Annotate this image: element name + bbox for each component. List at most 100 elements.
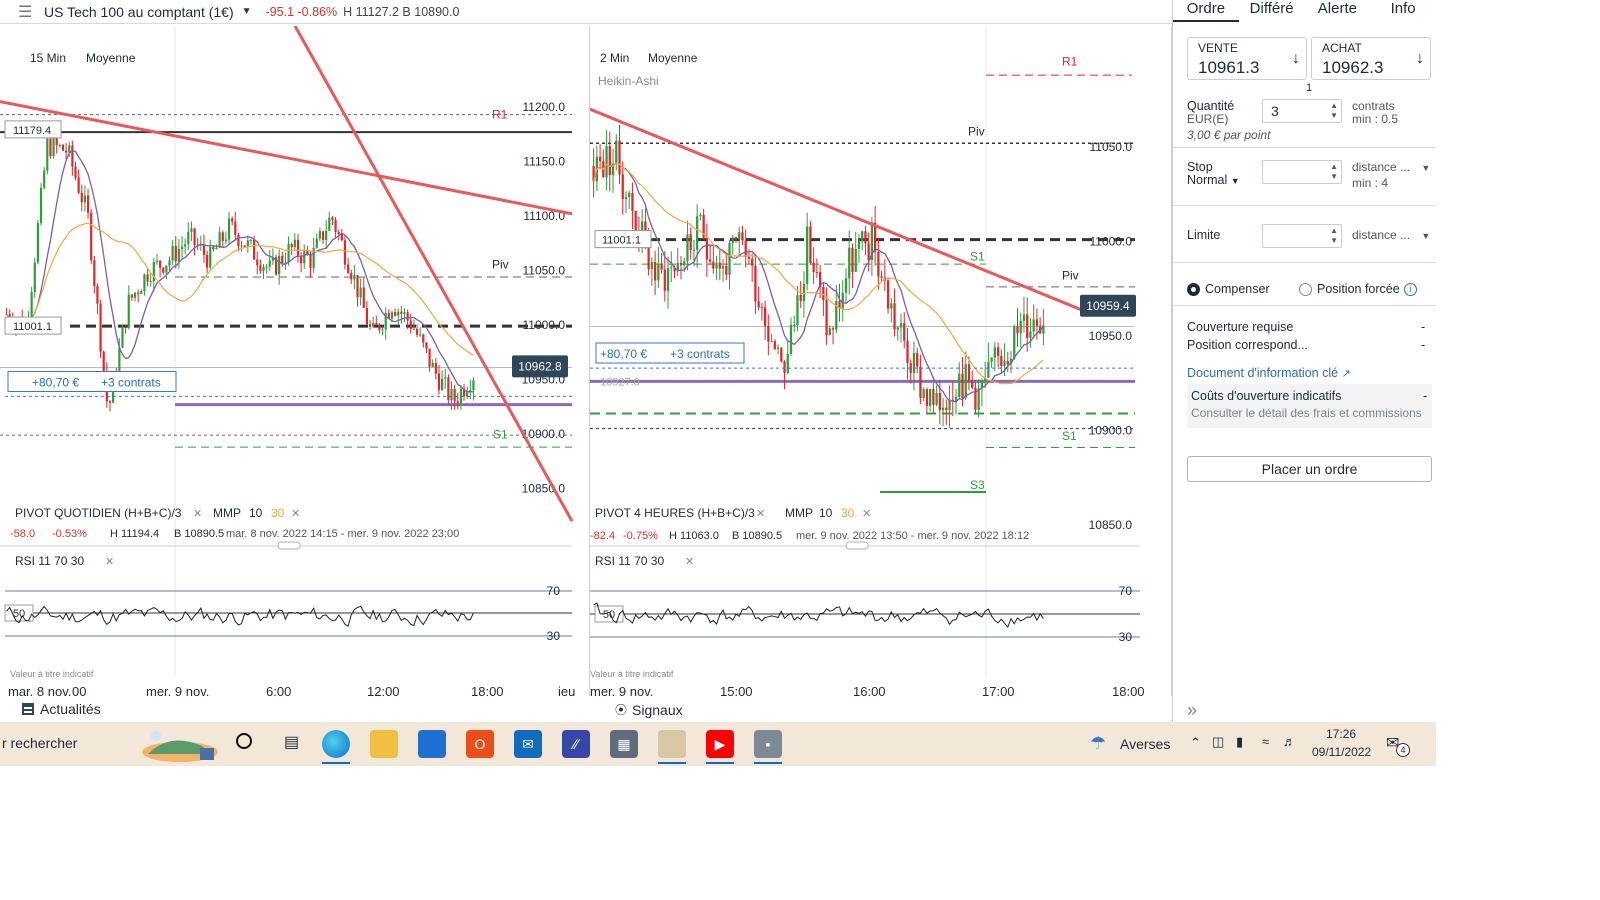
chart-app-icon[interactable]: ▪: [754, 730, 782, 758]
candle-body: [789, 324, 793, 354]
stats-change: -82.4: [590, 530, 615, 542]
store-icon[interactable]: [418, 730, 446, 758]
candle-body: [1006, 361, 1009, 365]
candle-body: [996, 347, 1000, 356]
candle-body: [124, 326, 127, 328]
kid-document-link[interactable]: Document d'information clé ↗: [1187, 366, 1351, 380]
candle-body: [184, 244, 187, 247]
candle-body: [137, 292, 140, 294]
close-icon: ✕: [291, 508, 300, 520]
candle-body: [757, 301, 760, 308]
candle-body: [773, 341, 776, 349]
chevron-down-icon[interactable]: ▼: [242, 6, 252, 17]
candle-body: [450, 388, 453, 401]
volume-icon[interactable]: ♬: [1283, 734, 1296, 749]
office-icon[interactable]: O: [466, 730, 494, 758]
candle-body: [1022, 314, 1026, 321]
radio-forced[interactable]: Position forcée i: [1299, 282, 1417, 296]
candle-body: [171, 245, 174, 261]
wifi-icon[interactable]: ≈: [1262, 734, 1269, 749]
stop-type-dropdown[interactable]: Normal ▼: [1187, 173, 1240, 187]
candle-body: [715, 262, 718, 269]
candle-body: [353, 275, 356, 280]
x-axis-label: mer. 9 nov.: [590, 684, 653, 696]
tab-ordre[interactable]: Ordre: [1173, 0, 1239, 22]
signals-tab[interactable]: ⦿ Signaux: [615, 701, 683, 718]
instrument-title[interactable]: US Tech 100 au comptant (1€): [44, 4, 234, 20]
mail-icon[interactable]: ✉: [514, 730, 542, 758]
candle-body: [425, 342, 428, 349]
candle-body: [825, 300, 828, 336]
x-axis-label: 15:00: [720, 684, 753, 696]
candle-body: [598, 156, 602, 162]
stepper-icon[interactable]: ▲ ▼: [1330, 226, 1338, 246]
x-axis-label: jeu: [557, 684, 575, 696]
candle-body: [650, 262, 653, 270]
search-box[interactable]: r rechercher: [2, 735, 77, 751]
info-icon[interactable]: i: [1403, 282, 1417, 296]
mmp-30: 30: [271, 506, 285, 520]
buy-button[interactable]: ACHAT 10962.3 ↓: [1311, 37, 1431, 80]
edge-icon[interactable]: [322, 730, 350, 758]
place-order-button[interactable]: Placer un ordre: [1187, 456, 1432, 482]
weather-text[interactable]: Averses: [1120, 736, 1170, 752]
battery-icon[interactable]: ▮: [1236, 734, 1243, 750]
stepper-icon[interactable]: ▲ ▼: [1330, 101, 1338, 121]
news-tab[interactable]: Actualités: [22, 701, 101, 717]
chart-2min[interactable]: 2 Min Moyenne Heikin-Ashi 11050.0 11000.0 109…: [590, 26, 1172, 696]
task-view-circle-icon[interactable]: [236, 733, 252, 749]
hamburger-icon[interactable]: ☰: [18, 2, 36, 22]
radio-unchecked-icon: [1299, 282, 1312, 296]
stop-input[interactable]: ▲ ▼: [1262, 160, 1342, 184]
quantity-input[interactable]: 3 ▲ ▼: [1262, 99, 1342, 123]
s1-right-label: S1: [1062, 429, 1077, 443]
y-axis-label: 11050.0: [1090, 140, 1133, 154]
divider: [1172, 305, 1436, 306]
candle-body: [77, 177, 80, 193]
costs-label: Coûts d'ouverture indicatifs: [1191, 389, 1342, 403]
candle-body: [215, 247, 218, 250]
paint-icon[interactable]: [658, 730, 686, 758]
expand-panel-icon[interactable]: »: [1187, 700, 1197, 721]
stepper-icon[interactable]: ▲ ▼: [1330, 162, 1338, 182]
youtube-icon[interactable]: ▶: [706, 730, 734, 758]
candle-body: [96, 286, 99, 304]
task-view-icon[interactable]: ▤: [284, 732, 299, 752]
candle-body: [721, 265, 725, 269]
s3-label: S3: [970, 478, 985, 492]
mmp-label: MMP: [213, 506, 241, 520]
candle-body: [941, 407, 945, 411]
arrow-down-icon: ↓: [1416, 50, 1424, 67]
tab-info[interactable]: Info: [1370, 0, 1436, 22]
tab-alerte[interactable]: Alerte: [1305, 0, 1371, 22]
arrow-down-icon: ↓: [1292, 50, 1300, 67]
sell-button[interactable]: VENTE 10961.3 ↓: [1187, 37, 1307, 80]
tab-differe[interactable]: Différé: [1239, 0, 1305, 22]
stop-mode-dropdown[interactable]: distance ... ▼: [1352, 160, 1430, 174]
x-axis-label: 16:00: [853, 684, 886, 696]
candle-body: [1000, 355, 1003, 366]
chart-15min[interactable]: 15 Min Moyenne 11200.0 11150.0 11100.0 11050.…: [0, 26, 590, 696]
candle-body: [453, 388, 456, 402]
calculator-icon[interactable]: ▦: [610, 730, 638, 758]
limit-mode-dropdown[interactable]: distance ... ▼: [1352, 228, 1430, 242]
interval-label: 2 Min: [600, 51, 629, 65]
candle-body: [754, 265, 757, 302]
quantity-hint: contrats: [1352, 99, 1395, 113]
file-explorer-icon[interactable]: [370, 730, 398, 758]
trading-app-icon[interactable]: ∕∕: [562, 730, 590, 758]
kid-link-label: Document d'information clé: [1187, 366, 1339, 380]
clock-date[interactable]: 09/11/2022: [1312, 745, 1371, 759]
clock-time[interactable]: 17:26: [1326, 727, 1356, 741]
limit-input[interactable]: ▲ ▼: [1262, 224, 1342, 248]
candle-body: [967, 364, 971, 381]
mmp-10: 10: [249, 506, 263, 520]
costs-detail-link[interactable]: Consulter le détail des frais et commiss…: [1191, 406, 1422, 420]
tray-app-icon[interactable]: ◫: [1212, 734, 1224, 750]
weather-icon[interactable]: ☂: [1090, 733, 1106, 754]
candle-body: [71, 145, 74, 167]
candle-body: [699, 214, 702, 217]
pivot-legend: PIVOT 4 HEURES (H+B+C)/3: [595, 506, 755, 520]
radio-compensate[interactable]: Compenser: [1187, 282, 1270, 296]
chevron-up-icon[interactable]: ⌃: [1190, 735, 1201, 751]
